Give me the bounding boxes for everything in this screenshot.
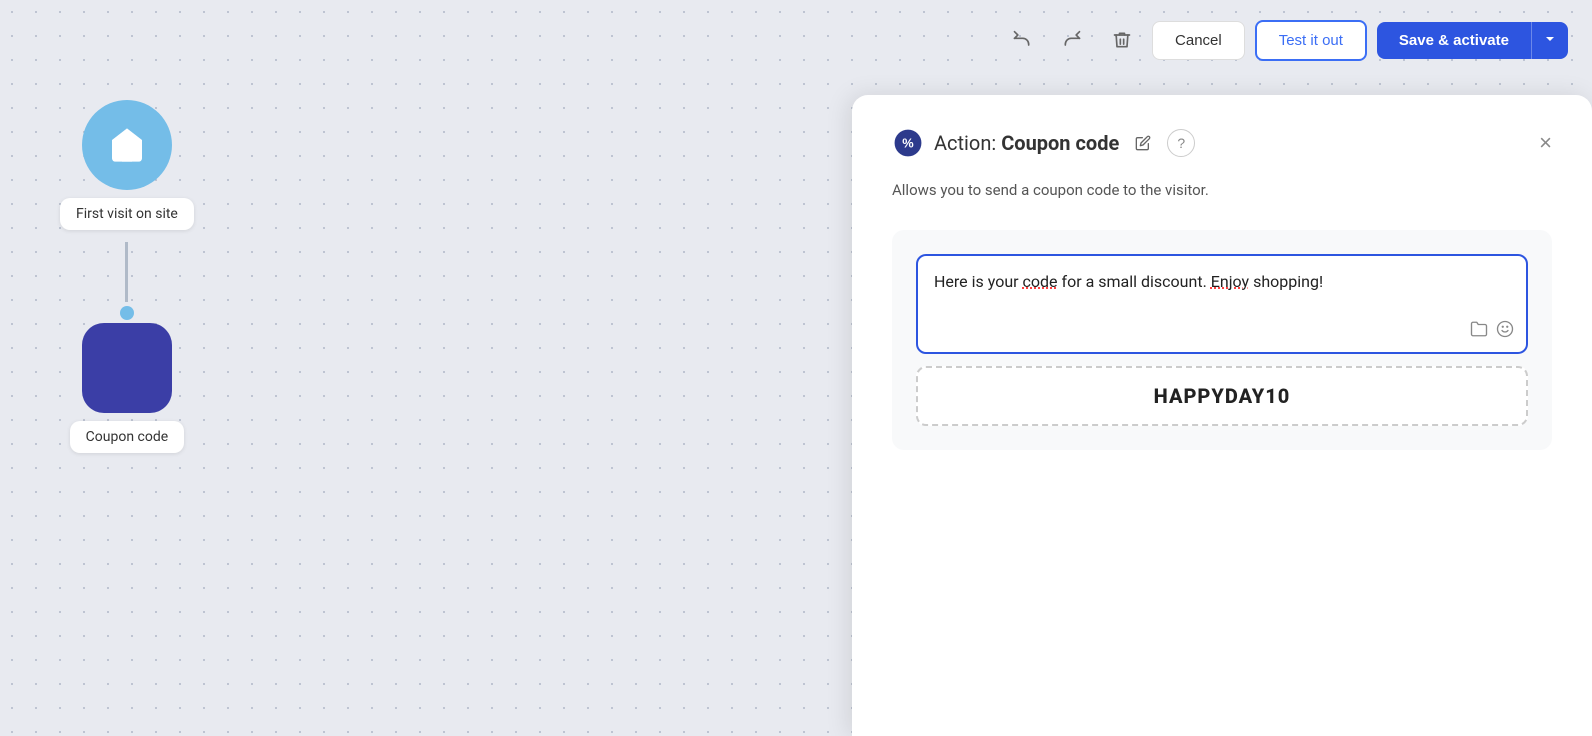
redo-button[interactable] xyxy=(1052,20,1092,60)
message-icons xyxy=(1470,320,1514,342)
test-button[interactable]: Test it out xyxy=(1255,20,1367,61)
panel-title-actions: ? xyxy=(1129,129,1195,157)
save-activate-group: Save & activate xyxy=(1377,22,1568,59)
panel-description: Allows you to send a coupon code to the … xyxy=(892,179,1552,202)
coupon-code-text: HAPPYDAY10 xyxy=(1154,384,1291,408)
flow-canvas: First visit on site Coupon code xyxy=(60,100,194,453)
panel-title-area: % Action: Coupon code ? xyxy=(892,127,1195,159)
action-panel: % Action: Coupon code ? × Allows you to … xyxy=(852,95,1592,736)
message-text-content: Here is your code for a small discount. … xyxy=(934,272,1323,291)
undo-button[interactable] xyxy=(1002,20,1042,60)
panel-preview: Here is your code for a small discount. … xyxy=(892,230,1552,450)
folder-icon[interactable] xyxy=(1470,320,1488,342)
message-box[interactable]: Here is your code for a small discount. … xyxy=(916,254,1528,354)
delete-button[interactable] xyxy=(1102,20,1142,60)
coupon-code-box: HAPPYDAY10 xyxy=(916,366,1528,426)
action-label: Coupon code xyxy=(70,421,185,453)
panel-close-button[interactable]: × xyxy=(1539,130,1552,156)
connector xyxy=(120,230,134,313)
panel-title: Action: Coupon code xyxy=(934,131,1119,155)
panel-title-text: Coupon code xyxy=(1001,131,1119,155)
svg-text:%: % xyxy=(902,136,914,151)
trigger-node[interactable] xyxy=(82,100,172,190)
panel-action-icon: % xyxy=(892,127,924,159)
cancel-button[interactable]: Cancel xyxy=(1152,21,1245,60)
edit-title-button[interactable] xyxy=(1129,129,1157,157)
panel-header: % Action: Coupon code ? × xyxy=(892,127,1552,159)
message-text: Here is your code for a small discount. … xyxy=(934,270,1510,294)
save-dropdown-button[interactable] xyxy=(1531,22,1568,59)
action-node[interactable] xyxy=(82,323,172,413)
trigger-label: First visit on site xyxy=(60,198,194,230)
emoji-icon[interactable] xyxy=(1496,320,1514,342)
toolbar: Cancel Test it out Save & activate xyxy=(0,0,1592,80)
help-button[interactable]: ? xyxy=(1167,129,1195,157)
panel-title-prefix: Action: xyxy=(934,131,1001,155)
save-activate-button[interactable]: Save & activate xyxy=(1377,22,1531,59)
